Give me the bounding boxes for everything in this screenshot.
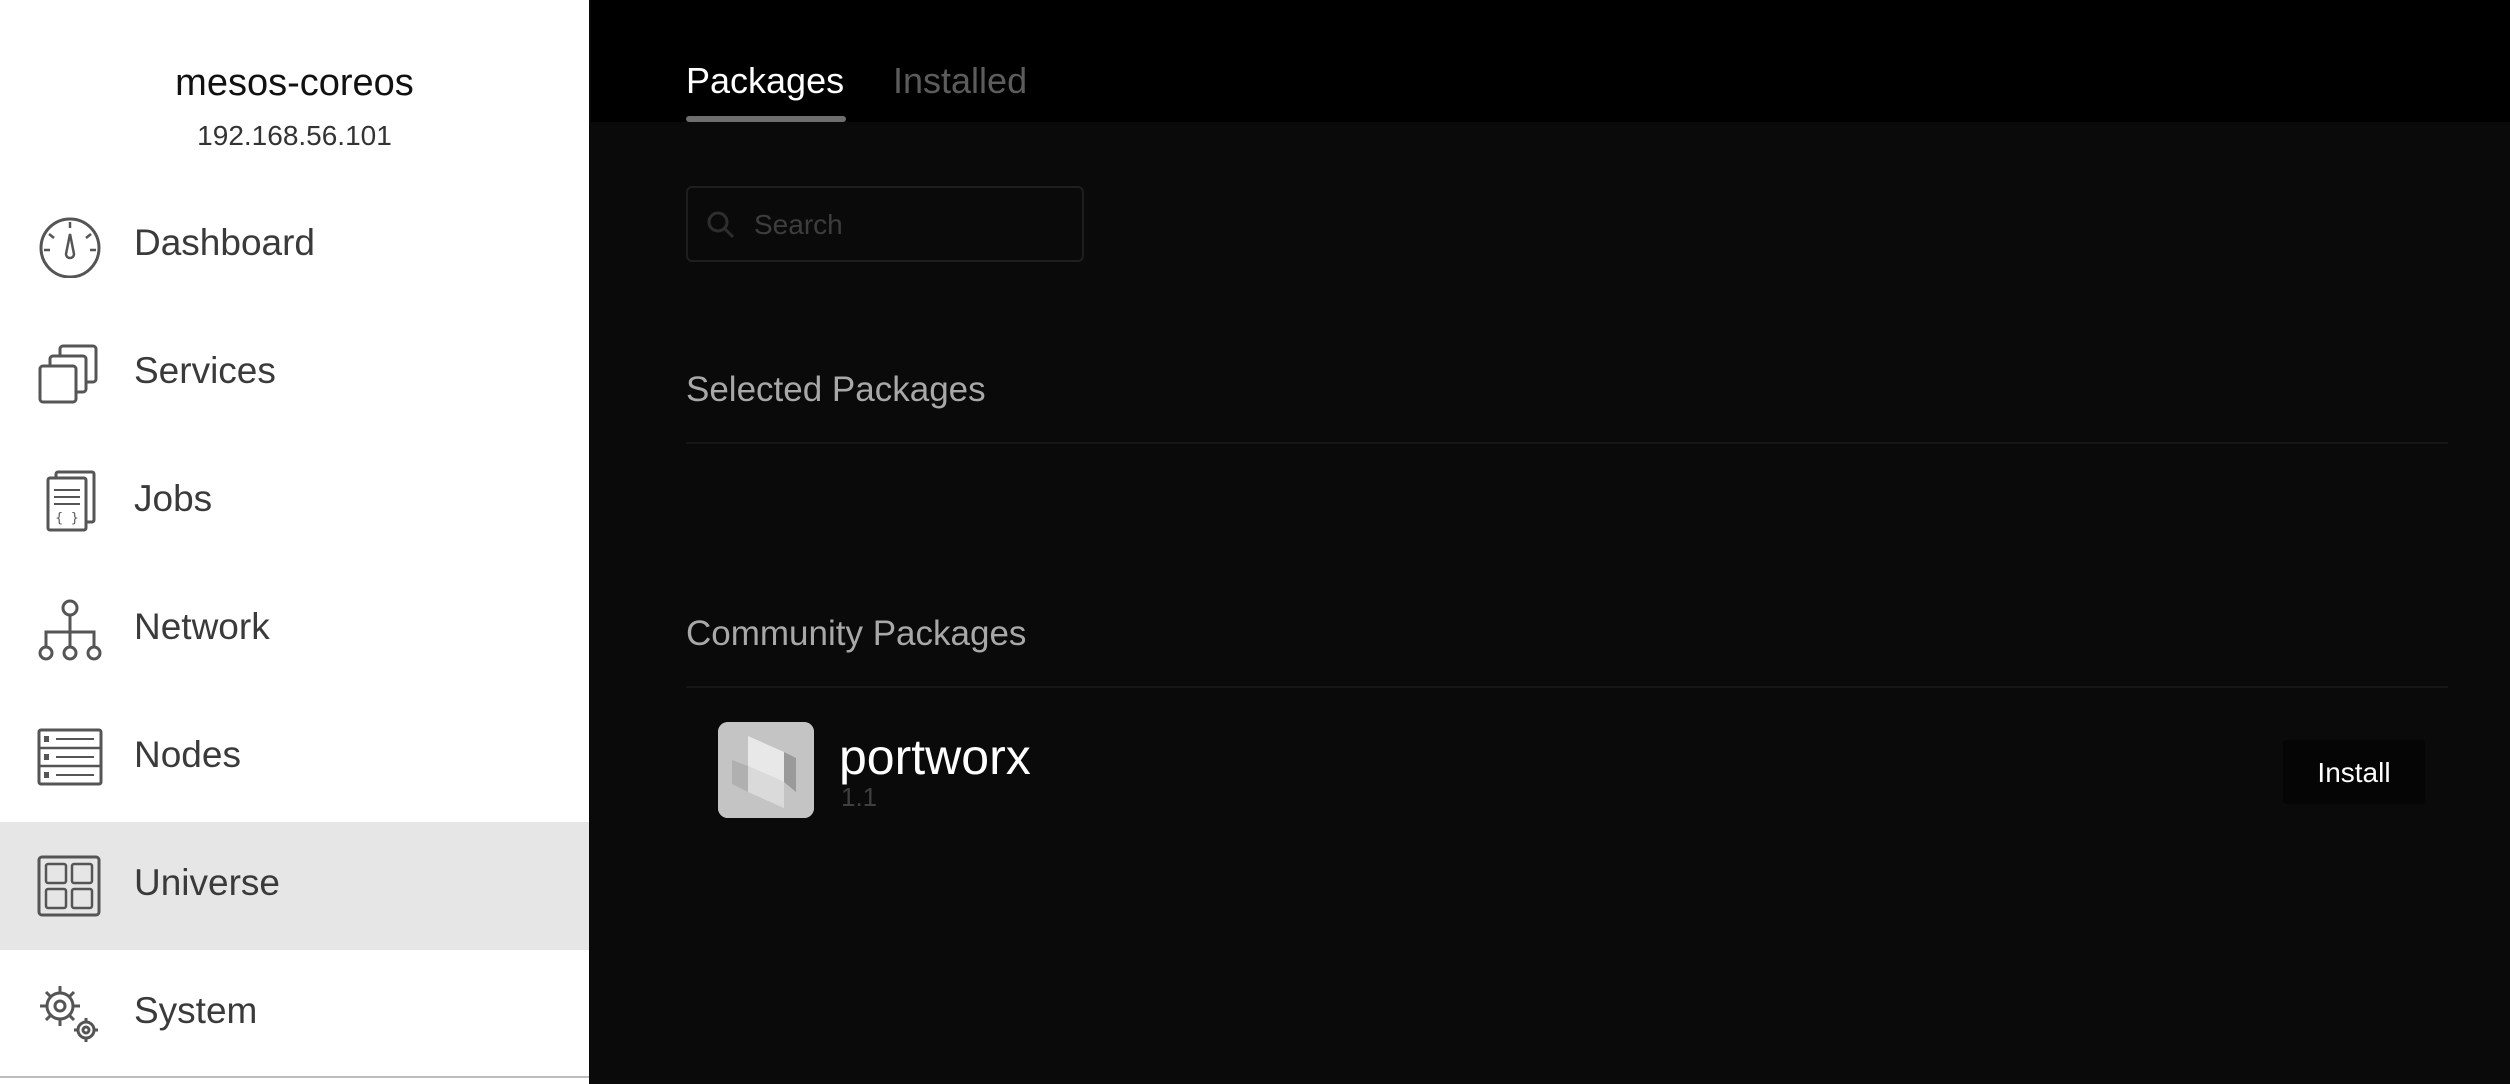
sidebar-item-network[interactable]: Network <box>0 566 589 694</box>
sidebar-item-universe[interactable]: Universe <box>0 822 589 950</box>
package-name[interactable]: portworx <box>839 728 1031 786</box>
jobs-document-icon: { } <box>36 470 104 534</box>
section-divider <box>686 442 2448 444</box>
search-input[interactable] <box>752 188 1076 262</box>
tab-bar: Packages Installed <box>591 0 2510 122</box>
sidebar-item-label: Universe <box>134 862 280 903</box>
system-gears-icon <box>36 982 104 1046</box>
universe-grid-icon <box>36 854 104 918</box>
sidebar-item-label: Nodes <box>134 734 241 775</box>
search-box[interactable] <box>686 186 1084 262</box>
sidebar-item-system[interactable]: System <box>0 950 589 1078</box>
sidebar-item-label: Dashboard <box>134 222 316 263</box>
install-button[interactable]: Install <box>2283 740 2425 804</box>
sidebar-item-dashboard[interactable]: Dashboard <box>0 182 589 310</box>
main-content: Packages Installed Selected Packages Com… <box>591 0 2510 1084</box>
cluster-header[interactable]: mesos-coreos 192.168.56.101 <box>0 0 589 200</box>
community-packages-heading: Community Packages <box>686 614 1027 653</box>
dashboard-gauge-icon <box>36 214 104 278</box>
svg-text:{ }: { } <box>55 511 78 526</box>
package-version: 1.1 <box>841 782 878 812</box>
section-divider <box>686 686 2448 688</box>
cluster-ip: 192.168.56.101 <box>197 120 392 151</box>
services-stack-icon <box>36 342 104 406</box>
active-tab-indicator <box>686 116 846 122</box>
search-icon <box>706 210 736 240</box>
cluster-name: mesos-coreos <box>175 62 414 104</box>
sidebar-item-jobs[interactable]: { } Jobs <box>0 438 589 566</box>
package-row[interactable]: portworx 1.1 Install <box>686 702 2448 832</box>
sidebar-item-label: System <box>134 990 258 1031</box>
app-window: mesos-coreos 192.168.56.101 Dashboard Se… <box>0 0 2510 1084</box>
network-tree-icon <box>36 598 104 662</box>
tab-packages[interactable]: Packages <box>686 60 844 102</box>
tab-installed[interactable]: Installed <box>893 60 1027 102</box>
portworx-logo-icon <box>718 722 814 818</box>
sidebar-item-label: Jobs <box>134 478 213 519</box>
sidebar-item-nodes[interactable]: Nodes <box>0 694 589 822</box>
sidebar-item-label: Services <box>134 350 276 391</box>
sidebar-item-services[interactable]: Services <box>0 310 589 438</box>
sidebar-item-label: Network <box>134 606 270 647</box>
selected-packages-heading: Selected Packages <box>686 370 986 409</box>
sidebar-divider <box>0 1076 589 1078</box>
nodes-server-icon <box>36 726 104 790</box>
sidebar: mesos-coreos 192.168.56.101 Dashboard Se… <box>0 0 589 1084</box>
